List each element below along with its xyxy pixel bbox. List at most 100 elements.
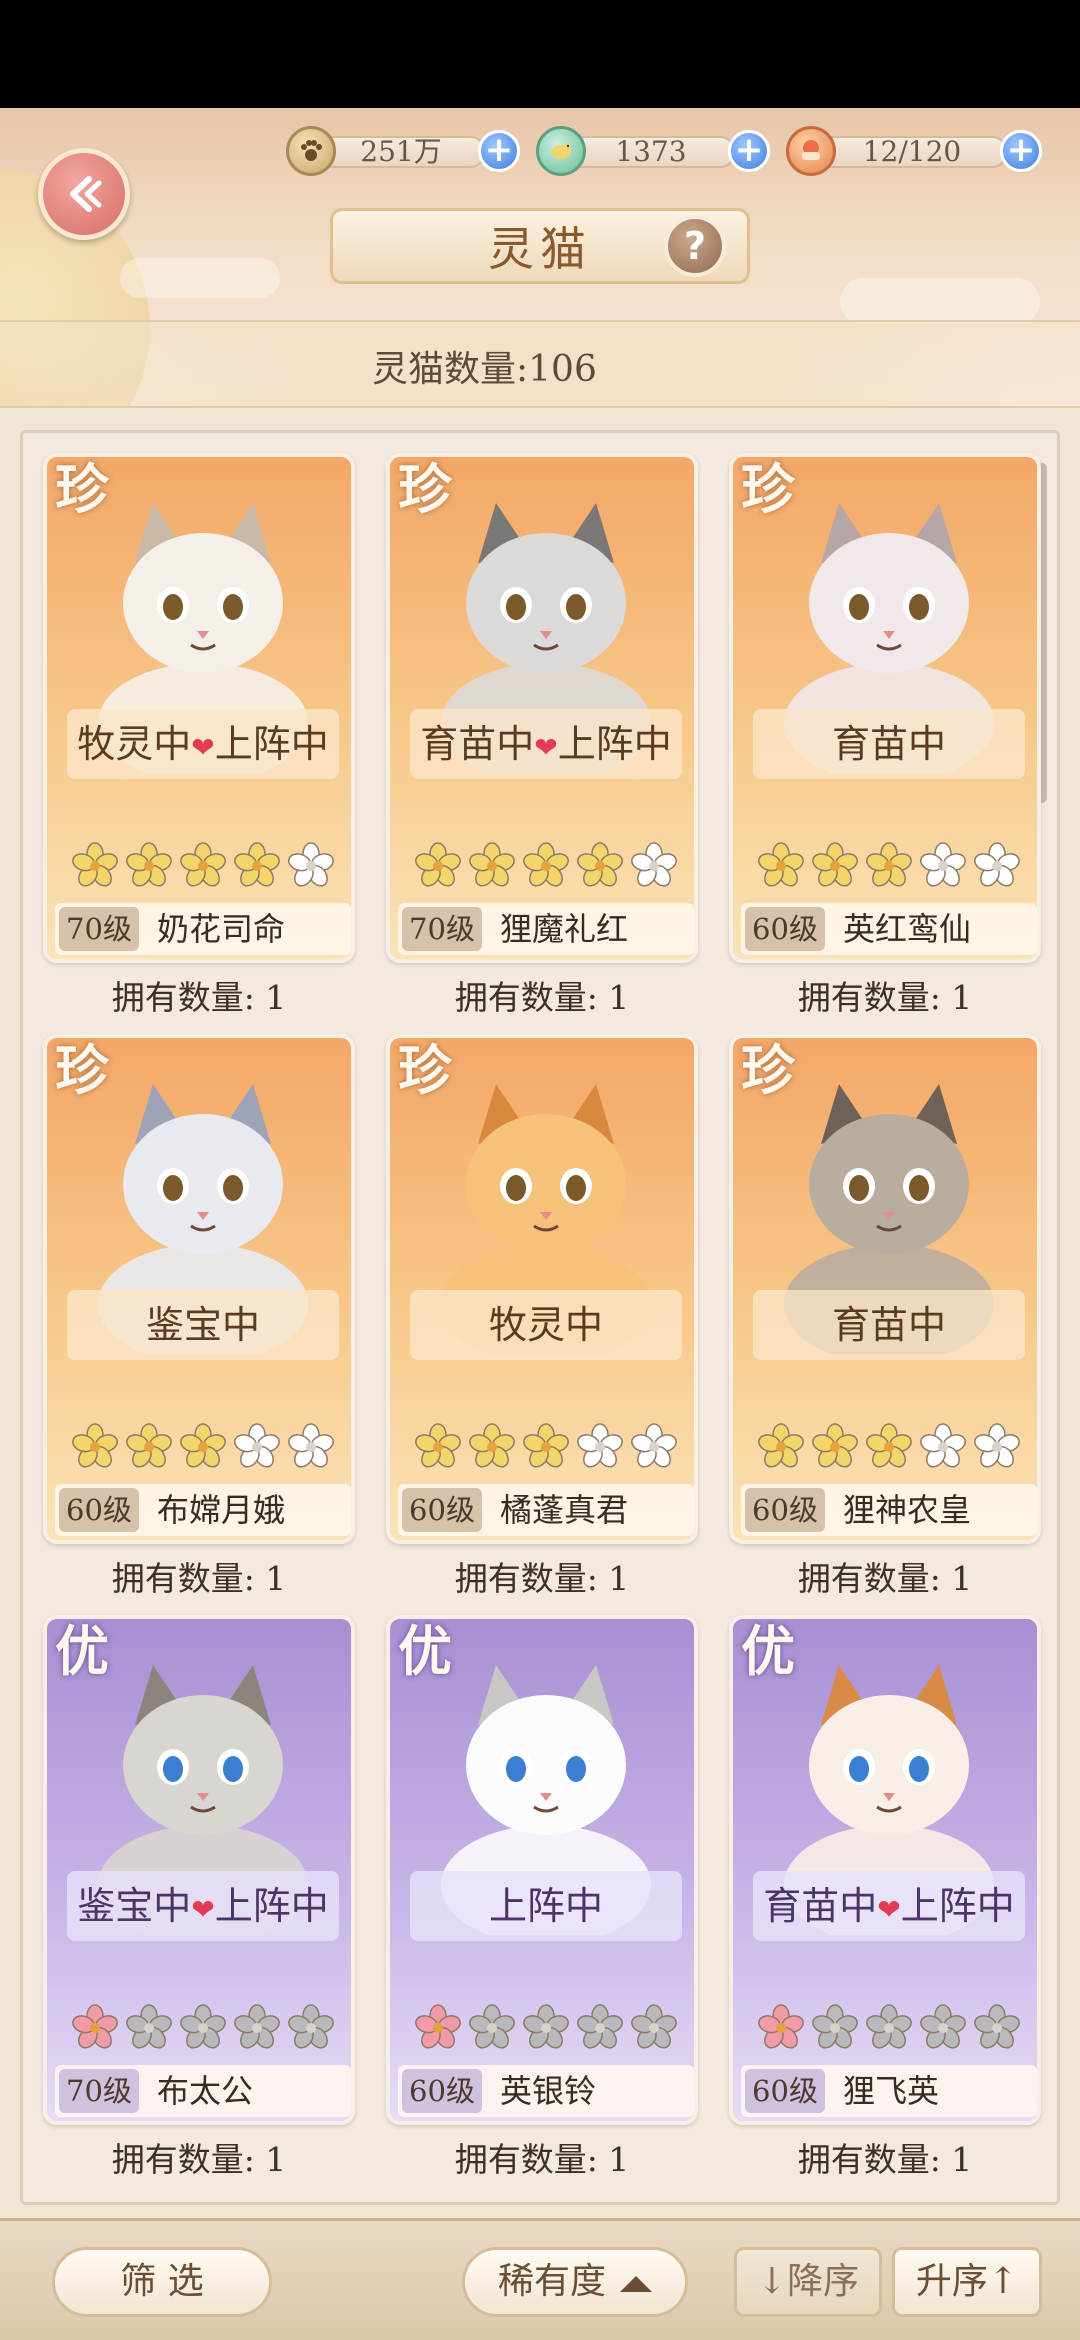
cat-card[interactable]: 珍鉴宝中 60级 布嫦月娥 [43,1034,355,1544]
add-coins-button[interactable]: + [478,130,520,172]
cat-card[interactable]: 珍育苗中 60级 狸神农皇 [729,1034,1041,1544]
flower-star-empty-icon [180,2004,226,2049]
flower-star-filled-icon [234,842,280,887]
level-badge: 60级 [59,1488,139,1532]
filter-button[interactable]: 筛 选 [52,2247,272,2317]
flower-star-empty-icon [920,842,966,887]
status-label: 育苗中 [420,722,535,766]
level-badge: 60级 [745,2069,825,2113]
cat-name: 橘蓬真君 [500,1491,629,1529]
level-badge: 60级 [745,907,825,951]
star-rating [757,1422,1021,1470]
flower-star-empty-icon [288,842,334,887]
flower-star-empty-icon [234,1423,280,1468]
rarity-tag: 珍 [398,1038,452,1102]
status-band: 育苗中 [753,709,1025,779]
add-food-button[interactable]: + [1000,130,1042,172]
flower-star-filled-icon [72,2004,118,2049]
status-band: 牧灵中❤上阵中 [67,709,339,779]
cat-card[interactable]: 优育苗中❤上阵中 60级 狸飞英 [729,1615,1041,2125]
flower-star-filled-icon [415,842,461,887]
cat-card[interactable]: 珍育苗中❤上阵中 70级 狸魔礼红 [386,453,698,963]
back-button[interactable] [38,148,130,240]
owned-count: 拥有数量: 1 [797,978,973,1017]
level-badge: 60级 [745,1488,825,1532]
flower-star-filled-icon [758,2004,804,2049]
back-arrow-icon [70,176,102,212]
flower-star-empty-icon [469,2004,515,2049]
star-rating [757,2003,1021,2051]
status-label: 育苗中 [831,1303,946,1347]
sort-descending-button[interactable]: ↓降序 [734,2247,882,2317]
cat-card[interactable]: 珍牧灵中 60级 橘蓬真君 [386,1034,698,1544]
status-band: 育苗中 [753,1290,1025,1360]
flower-star-empty-icon [631,2004,677,2049]
flower-star-empty-icon [234,2004,280,2049]
resource-coins-value: 251万 [316,136,486,168]
system-status-bar [0,0,1080,108]
cat-name: 奶花司命 [157,910,286,948]
rarity-tag: 珍 [55,1038,109,1102]
flower-star-empty-icon [288,2004,334,2049]
cloud-decoration [840,278,1040,324]
flower-star-filled-icon [866,1423,912,1468]
cat-name: 布嫦月娥 [157,1491,286,1529]
food-bowl-icon [786,126,836,176]
level-badge: 70级 [59,2069,139,2113]
sort-rarity-dropdown[interactable]: 稀有度 [462,2247,688,2317]
owned-count: 拥有数量: 1 [111,1559,287,1598]
star-rating [71,1422,335,1470]
rarity-tag: 珍 [398,457,452,521]
status-label-secondary: 上阵中 [214,722,329,766]
cat-grid-panel[interactable]: 珍牧灵中❤上阵中 70级 奶花司命 拥有数量: 1 珍育苗中❤上阵中 70级 狸魔礼红 拥有… [20,430,1060,2205]
cat-card[interactable]: 优上阵中 60级 英银铃 [386,1615,698,2125]
star-rating [71,2003,335,2051]
cat-card[interactable]: 优鉴宝中❤上阵中 70级 布太公 [43,1615,355,2125]
status-band: 牧灵中 [410,1290,682,1360]
flower-star-filled-icon [180,1423,226,1468]
flower-star-empty-icon [631,1423,677,1468]
flower-star-empty-icon [866,2004,912,2049]
flower-star-filled-icon [758,1423,804,1468]
status-label: 上阵中 [488,1884,603,1928]
flower-star-filled-icon [469,842,515,887]
cat-card[interactable]: 珍育苗中 60级 英红鸾仙 [729,453,1041,963]
cat-count-bar: 灵猫数量:106 [0,320,1080,408]
flower-star-filled-icon [72,1423,118,1468]
cat-name: 布太公 [157,2072,254,2110]
status-label: 育苗中 [763,1884,878,1928]
cat-name: 英银铃 [500,2072,597,2110]
flower-star-filled-icon [523,1423,569,1468]
cat-card[interactable]: 珍牧灵中❤上阵中 70级 奶花司命 [43,453,355,963]
cat-name: 狸飞英 [843,2072,940,2110]
sort-ascending-button[interactable]: 升序↑ [892,2247,1042,2317]
flower-star-empty-icon [974,842,1020,887]
flower-star-filled-icon [812,1423,858,1468]
asc-label: 升序↑ [915,2261,1019,2302]
owned-count: 拥有数量: 1 [111,2140,287,2179]
resource-food-value: 12/120 [816,136,1008,168]
star-rating [414,1422,678,1470]
rarity-tag: 优 [741,1619,795,1683]
add-feather-button[interactable]: + [728,130,770,172]
flower-star-filled-icon [126,842,172,887]
flower-star-filled-icon [72,842,118,887]
owned-count: 拥有数量: 1 [454,978,630,1017]
flower-star-empty-icon [920,1423,966,1468]
flower-star-empty-icon [631,842,677,887]
star-rating [414,2003,678,2051]
heart-icon: ❤ [191,731,215,764]
footer-toolbar: 筛 选 稀有度 ↓降序 升序↑ [0,2218,1080,2340]
status-label: 育苗中 [831,722,946,766]
status-label-secondary: 上阵中 [900,1884,1015,1928]
heart-icon: ❤ [877,1893,901,1926]
status-label: 鉴宝中 [145,1303,260,1347]
flower-star-filled-icon [523,842,569,887]
status-band: 鉴宝中 [67,1290,339,1360]
star-rating [757,841,1021,889]
help-button[interactable]: ? [664,215,726,277]
star-rating [71,841,335,889]
paw-coin-icon [286,126,336,176]
flower-star-filled-icon [577,842,623,887]
owned-count: 拥有数量: 1 [111,978,287,1017]
